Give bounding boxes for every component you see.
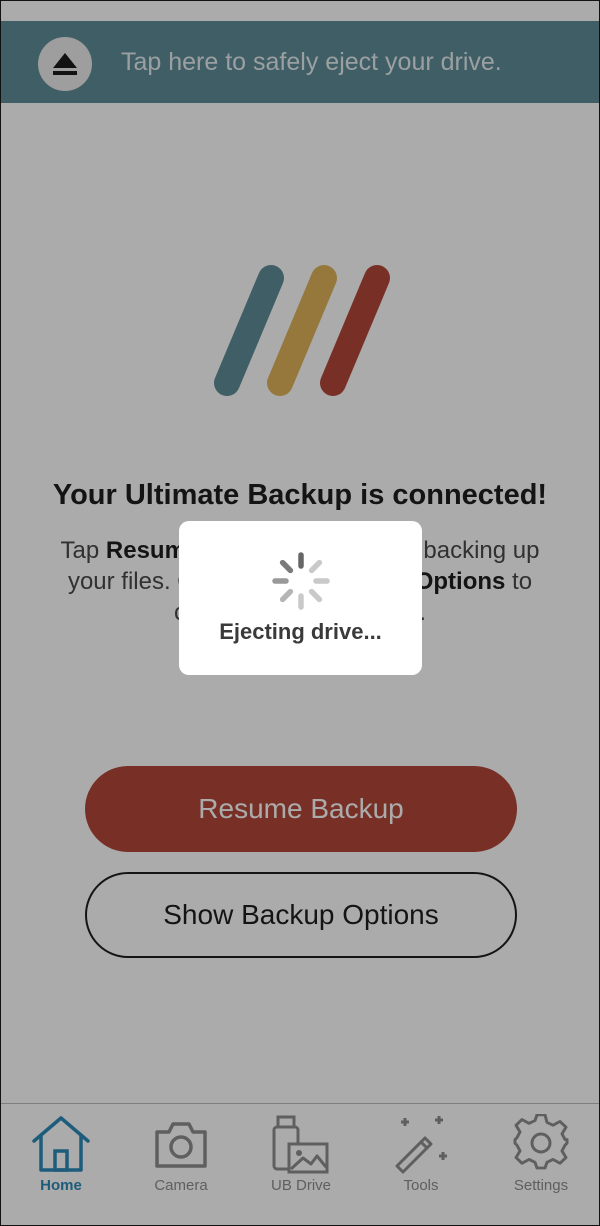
spinner-icon xyxy=(272,552,330,610)
ejecting-dialog: Ejecting drive... xyxy=(179,521,422,675)
ejecting-text: Ejecting drive... xyxy=(219,619,382,644)
